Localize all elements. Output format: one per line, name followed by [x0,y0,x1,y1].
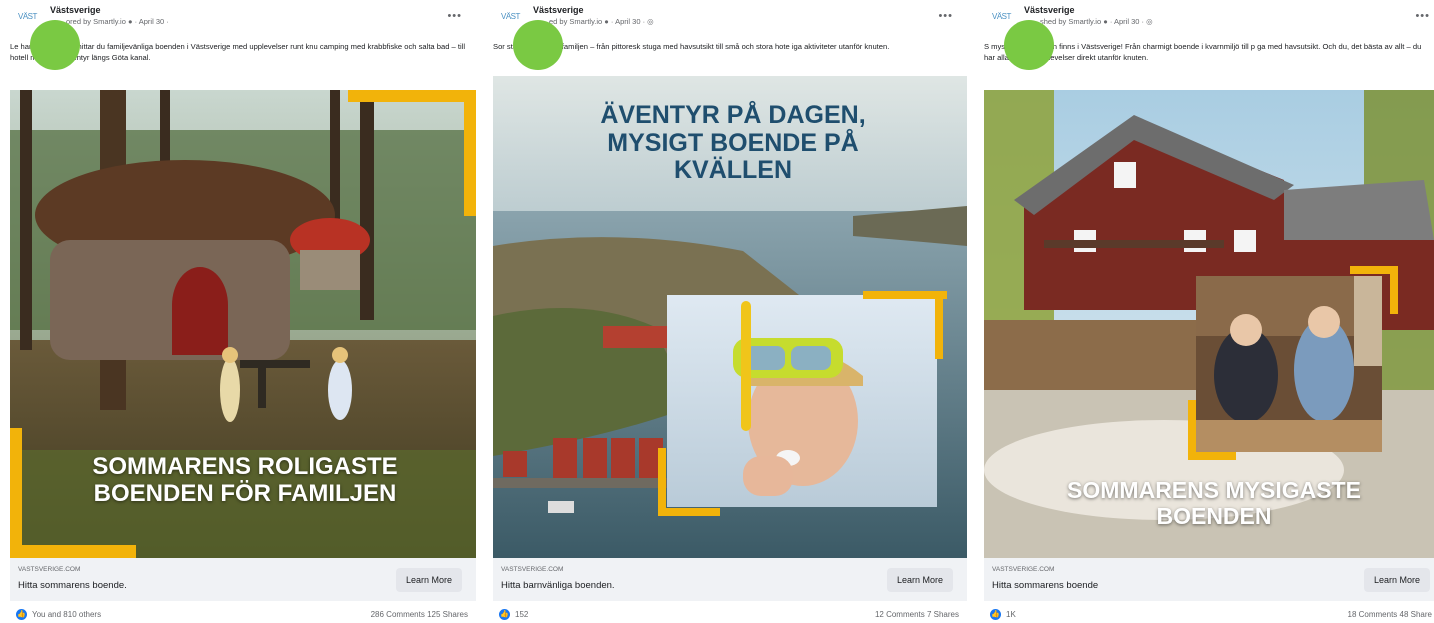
comments-shares-count[interactable]: 18 Comments 48 Share [1348,610,1433,619]
ad-headline: ÄVENTYR PÅ DAGEN, MYSIGT BOENDE PÅ KVÄLL… [600,101,866,184]
link-title[interactable]: Hitta sommarens boende. [18,580,127,591]
ad-headline: SOMMARENS ROLIGASTE BOENDEN FÖR FAMILJEN [92,453,398,507]
post-header: VÄST Västsverige ored by Smartly.io ● · … [10,0,476,70]
comments-shares-count[interactable]: 286 Comments 125 Shares [371,610,468,619]
link-domain: VASTSVERIGE.COM [501,566,564,573]
more-options-icon[interactable]: ••• [447,10,462,22]
ad-headline: SOMMARENS MYSIGASTE BOENDEN [1067,477,1361,529]
yellow-frame-bottom-left [1188,452,1236,460]
yellow-frame-right [935,291,943,359]
yellow-frame-bottom-left [658,508,720,516]
post-header: VÄST Västsverige shed by Smartly.io ● · … [984,0,1434,70]
sponsored-byline: ed by Smartly.io ● · April 30 · ◎ [549,17,654,26]
link-domain: VASTSVERIGE.COM [18,566,81,573]
more-options-icon[interactable]: ••• [1415,10,1430,22]
yellow-frame-left [10,428,22,558]
link-preview-bar[interactable]: VASTSVERIGE.COM Hitta sommarens boende L… [984,558,1434,601]
reaction-count[interactable]: You and 810 others [32,610,101,619]
like-reaction-icon: 👍 [499,609,510,620]
page-name[interactable]: Västsverige [50,5,101,15]
post-footer: 👍 152 12 Comments 7 Shares [493,609,967,621]
post-footer: 👍 1K 18 Comments 48 Share [984,609,1434,621]
learn-more-button[interactable]: Learn More [887,568,953,592]
link-title[interactable]: Hitta barnvänliga boenden. [501,580,615,591]
ad-image[interactable]: ÄVENTYR PÅ DAGEN, MYSIGT BOENDE PÅ KVÄLL… [493,76,967,558]
page-name[interactable]: Västsverige [1024,5,1075,15]
yellow-frame-left [1188,400,1196,460]
ad-post-1: VÄST Västsverige ored by Smartly.io ● · … [10,0,476,623]
link-preview-bar[interactable]: VASTSVERIGE.COM Hitta barnvänliga boende… [493,558,967,601]
learn-more-button[interactable]: Learn More [1364,568,1430,592]
link-title[interactable]: Hitta sommarens boende [992,580,1098,591]
sponsored-byline: shed by Smartly.io ● · April 30 · ◎ [1040,17,1153,26]
comments-shares-count[interactable]: 12 Comments 7 Shares [875,610,959,619]
yellow-frame-right [1390,266,1398,314]
avatar[interactable] [30,20,80,70]
post-footer: 👍 You and 810 others 286 Comments 125 Sh… [10,609,476,621]
like-reaction-icon: 👍 [990,609,1001,620]
like-reaction-icon: 👍 [16,609,27,620]
sponsored-byline: ored by Smartly.io ● · April 30 · [66,17,169,26]
post-header: VÄST Västsverige ed by Smartly.io ● · Ap… [493,0,967,70]
page-name[interactable]: Västsverige [533,5,584,15]
avatar[interactable] [513,20,563,70]
reaction-count[interactable]: 1K [1006,610,1016,619]
ad-post-2: VÄST Västsverige ed by Smartly.io ● · Ap… [493,0,967,623]
yellow-frame-left [658,448,666,516]
yellow-frame-top [348,90,476,102]
ad-post-3: VÄST Västsverige shed by Smartly.io ● · … [984,0,1434,623]
more-options-icon[interactable]: ••• [938,10,953,22]
yellow-frame-bottom [10,545,136,558]
ad-image[interactable]: SOMMARENS MYSIGASTE BOENDEN [984,90,1434,558]
avatar[interactable] [1004,20,1054,70]
learn-more-button[interactable]: Learn More [396,568,462,592]
reaction-count[interactable]: 152 [515,610,528,619]
yellow-frame-right [464,90,476,216]
link-domain: VASTSVERIGE.COM [992,566,1055,573]
link-preview-bar[interactable]: VASTSVERIGE.COM Hitta sommarens boende. … [10,558,476,601]
ad-image[interactable]: SOMMARENS ROLIGASTE BOENDEN FÖR FAMILJEN [10,90,476,558]
